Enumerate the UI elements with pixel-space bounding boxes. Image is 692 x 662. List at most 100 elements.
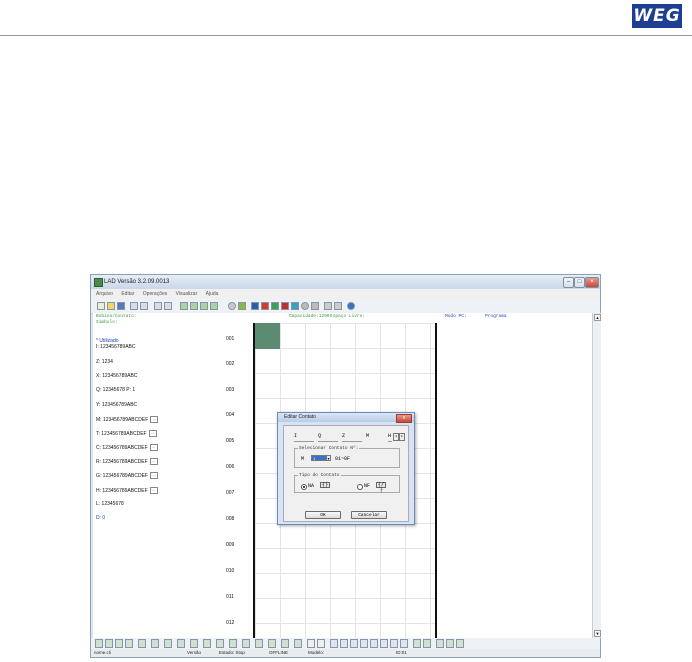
insert-row-icon[interactable] <box>413 639 421 648</box>
resource-t: T: 123456789ABCDEF... <box>96 430 157 437</box>
minimize-button[interactable]: – <box>563 277 574 288</box>
mode-value: Programa <box>485 314 507 319</box>
upload-icon[interactable] <box>291 302 299 310</box>
range-text: 01~0F <box>335 456 351 462</box>
more-m-button[interactable]: ... <box>150 416 159 423</box>
redo-icon[interactable] <box>164 302 172 310</box>
help-icon[interactable] <box>347 302 355 310</box>
menu-ajuda[interactable]: Ajuda <box>206 291 219 297</box>
table-view-icon[interactable] <box>200 302 208 310</box>
select-contact-group: Selecionar Contato Nº: M 1 ▾ 01~0F <box>294 446 400 468</box>
compile-icon[interactable] <box>228 302 236 310</box>
print-preview-icon[interactable] <box>140 302 148 310</box>
delete-icon[interactable] <box>307 639 315 648</box>
block-icon[interactable] <box>360 639 368 648</box>
dialog-close-button[interactable]: x <box>396 414 412 423</box>
stop-icon[interactable] <box>261 302 269 310</box>
menu-editar[interactable]: Editar <box>121 291 134 297</box>
line-number: 008 <box>226 516 235 522</box>
pwm-icon[interactable] <box>255 639 263 648</box>
maximize-button[interactable]: □ <box>574 277 585 288</box>
compare-icon[interactable] <box>229 639 237 648</box>
more-t-button[interactable]: ... <box>148 430 157 437</box>
contact-number-select[interactable]: 1 <box>311 455 327 461</box>
cancel-button[interactable]: Cancelar <box>351 511 387 519</box>
more-g-button[interactable]: ... <box>149 472 158 479</box>
line-number: 002 <box>226 361 235 367</box>
contact-type-label: Tipo do Contato <box>298 473 341 478</box>
math-icon[interactable] <box>340 639 348 648</box>
delete-row-icon[interactable] <box>436 639 444 648</box>
dialog-body: I Q Z M H ◂ ▸ Selecionar Contato Nº: M 1… <box>283 425 409 522</box>
comment-icon[interactable] <box>456 639 464 648</box>
menu-visualizar[interactable]: Visualizar <box>176 291 198 297</box>
undo-icon[interactable] <box>154 302 162 310</box>
rtc-icon[interactable] <box>216 639 224 648</box>
new-file-icon[interactable] <box>97 302 105 310</box>
vertical-scrollbar[interactable]: ▲ ▼ <box>592 313 601 638</box>
timer-icon[interactable] <box>190 639 198 648</box>
copy-icon[interactable] <box>324 302 332 310</box>
text-view-icon[interactable] <box>210 302 218 310</box>
output-icon[interactable] <box>281 639 289 648</box>
print-icon[interactable] <box>130 302 138 310</box>
edit-contact-dialog: Editar Contato x I Q Z M H ◂ ▸ Seleciona… <box>277 412 415 525</box>
hmi-icon[interactable] <box>242 639 250 648</box>
shift-icon[interactable] <box>370 639 378 648</box>
insert-column-icon[interactable] <box>423 639 431 648</box>
dialog-title: Editar Contato <box>284 414 316 420</box>
scroll-up-icon[interactable]: ▲ <box>594 314 601 321</box>
delete-column-icon[interactable] <box>446 639 454 648</box>
simulate-icon[interactable] <box>311 302 319 310</box>
set-coil-icon[interactable] <box>151 639 159 648</box>
tab-i[interactable]: I <box>294 432 314 442</box>
close-window-button[interactable]: × <box>585 277 599 288</box>
data-register-icon[interactable] <box>330 639 338 648</box>
contact-nf-icon[interactable] <box>105 639 113 648</box>
resource-r: R: 123456789ABCDEF... <box>96 458 158 465</box>
tab-h[interactable]: H <box>388 432 392 442</box>
counter-icon[interactable] <box>203 639 211 648</box>
tab-z[interactable]: Z <box>342 432 362 442</box>
contact-type-group: Tipo do Contato NA ┤├ NF ┤/├ <box>294 473 400 493</box>
contact-na-icon[interactable] <box>95 639 103 648</box>
function-view-icon[interactable] <box>190 302 198 310</box>
step-icon[interactable] <box>390 639 398 648</box>
line-number: 003 <box>226 387 235 393</box>
main-toolbar <box>91 299 600 314</box>
coil-icon[interactable] <box>138 639 146 648</box>
connect-icon[interactable] <box>251 302 259 310</box>
run-icon[interactable] <box>271 302 279 310</box>
erase-icon[interactable] <box>317 639 325 648</box>
more-c-button[interactable]: ... <box>149 444 158 451</box>
horizontal-line-icon[interactable] <box>115 639 123 648</box>
move-icon[interactable] <box>350 639 358 648</box>
open-folder-icon[interactable] <box>107 302 115 310</box>
more-r-button[interactable]: ... <box>149 458 158 465</box>
monitor-icon[interactable] <box>301 302 309 310</box>
menu-operacoes[interactable]: Operações <box>143 291 167 297</box>
vertical-line-icon[interactable] <box>125 639 133 648</box>
pulse-coil-icon[interactable] <box>177 639 185 648</box>
save-icon[interactable] <box>117 302 125 310</box>
menu-arquivo[interactable]: Arquivo <box>96 291 113 297</box>
end-icon[interactable] <box>294 639 302 648</box>
check-icon[interactable] <box>238 302 246 310</box>
scroll-down-icon[interactable]: ▼ <box>594 630 601 637</box>
paste-icon[interactable] <box>334 302 342 310</box>
convert-icon[interactable] <box>380 639 388 648</box>
reset-coil-icon[interactable] <box>164 639 172 648</box>
tab-m[interactable]: M <box>366 432 386 441</box>
tab-scroll-right-icon[interactable]: ▸ <box>399 433 405 441</box>
radio-na[interactable] <box>301 484 307 490</box>
radio-nf[interactable] <box>357 484 363 490</box>
chevron-down-icon[interactable]: ▾ <box>326 455 331 461</box>
tab-q[interactable]: Q <box>318 432 338 442</box>
ok-button[interactable]: OK <box>305 511 341 519</box>
option-nf-label: NF <box>364 483 371 489</box>
ladder-view-icon[interactable] <box>180 302 188 310</box>
download-icon[interactable] <box>281 302 289 310</box>
link-icon[interactable] <box>268 639 276 648</box>
more-h-button[interactable]: ... <box>149 487 158 494</box>
jump-icon[interactable] <box>400 639 408 648</box>
